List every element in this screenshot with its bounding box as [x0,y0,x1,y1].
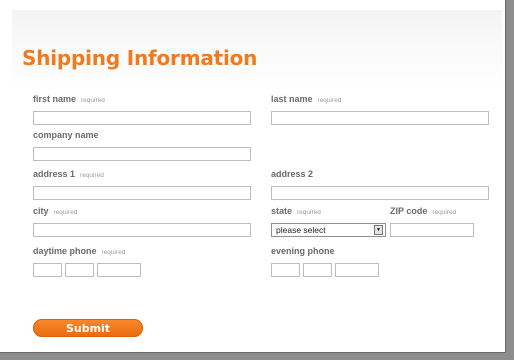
daytime-phone-field: daytime phone required [33,246,141,277]
city-field: city required [33,206,251,237]
daytime-phone-label: daytime phone [33,246,97,256]
address1-input[interactable] [33,186,251,200]
state-label: state [271,206,293,216]
address2-label: address 2 [271,169,314,179]
address2-field: address 2 [271,169,489,200]
required-tag: required [80,172,104,179]
first-name-field: first name required [33,94,251,125]
last-name-input[interactable] [271,111,489,125]
daytime-phone-prefix-input[interactable] [65,263,94,277]
company-name-label: company name [33,130,99,140]
state-select[interactable]: please select ▼ [271,223,386,237]
evening-phone-field: evening phone [271,246,379,277]
zip-label: ZIP code [390,206,428,216]
daytime-phone-line-input[interactable] [97,263,141,277]
required-tag: required [297,209,321,216]
evening-phone-area-input[interactable] [271,263,300,277]
daytime-phone-inputs [33,263,141,277]
chevron-down-icon[interactable]: ▼ [374,225,383,235]
daytime-phone-area-input[interactable] [33,263,62,277]
page-title: Shipping Information [22,46,258,70]
required-tag: required [432,209,457,216]
zip-field: ZIP code required [390,206,474,237]
state-select-value: please select [276,225,326,235]
address1-label: address 1 [33,169,76,179]
zip-input[interactable] [390,223,474,237]
evening-phone-prefix-input[interactable] [303,263,332,277]
required-tag: required [81,97,105,104]
required-tag: required [317,97,342,104]
last-name-field: last name required [271,94,489,125]
city-input[interactable] [33,223,251,237]
evening-phone-line-input[interactable] [335,263,379,277]
submit-button[interactable]: Submit [33,319,143,337]
first-name-label: first name [33,94,77,104]
city-label: city [33,206,49,216]
required-tag: required [101,249,126,256]
evening-phone-label: evening phone [271,246,335,256]
company-name-field: company name [33,130,251,161]
first-name-input[interactable] [33,111,251,125]
last-name-label: last name [271,94,313,104]
company-name-input[interactable] [33,147,251,161]
address1-field: address 1 required [33,169,251,200]
state-field: state required please select ▼ [271,206,386,237]
evening-phone-inputs [271,263,379,277]
required-tag: required [53,209,78,216]
address2-input[interactable] [271,186,489,200]
